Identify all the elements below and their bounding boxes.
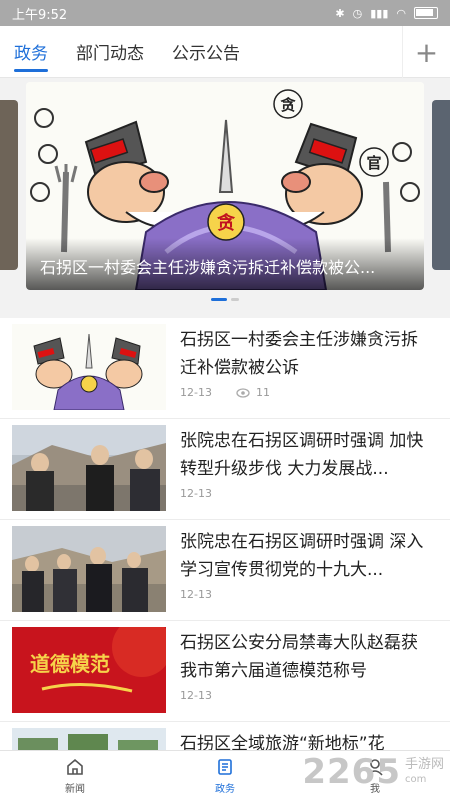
thumbnail-title-text: 道德模范 — [30, 652, 110, 676]
news-item[interactable]: 石拐区一村委会主任涉嫌贪污拆迁补偿款被公诉 12-13 11 — [0, 318, 450, 419]
category-tab-bar: 政务 部门动态 公示公告 + — [0, 26, 450, 78]
view-count: 11 — [236, 386, 270, 399]
watermark-domain: com — [404, 774, 427, 785]
eye-icon — [236, 387, 250, 398]
tab-zhengwu[interactable]: 政务 — [0, 26, 62, 78]
carousel-dot — [231, 298, 239, 301]
news-meta: 12-13 — [180, 487, 212, 500]
news-thumbnail — [12, 324, 166, 410]
carousel-prev-slide[interactable] — [0, 100, 18, 270]
wifi-icon: ◠ — [396, 6, 406, 20]
nav-zhengwu[interactable]: 政务 — [150, 751, 300, 800]
status-time: 上午9:52 — [12, 7, 68, 23]
news-meta: 12-13 11 — [180, 386, 270, 399]
news-date: 12-13 — [180, 386, 212, 399]
news-item[interactable]: 石拐区全域旅游“新地标”花 — [0, 722, 450, 750]
news-item[interactable]: 张院忠在石拐区调研时强调 深入学习宣传贯彻党的十九大... 12-13 — [0, 520, 450, 621]
battery-icon — [414, 7, 438, 19]
status-icons: ✱ ◷ ▮▮▮ ◠ — [335, 7, 438, 20]
news-item[interactable]: 道德模范 石拐区公安分局禁毒大队赵磊获我市第六届道德模范称号 12-13 — [0, 621, 450, 722]
tab-department-news[interactable]: 部门动态 — [62, 26, 158, 78]
site-watermark: 2265 手游网 com — [302, 752, 444, 792]
banner-carousel[interactable]: 贪 官 贪 石拐区一村委会主任涉嫌贪污拆迁补偿款被公... — [0, 78, 450, 310]
news-list: 石拐区一村委会主任涉嫌贪污拆迁补偿款被公诉 12-13 11 张院忠在石拐区调研… — [0, 318, 450, 750]
view-count-value: 11 — [255, 386, 270, 399]
news-item[interactable]: 张院忠在石拐区调研时强调 加快转型升级步伐 大力发展战... 12-13 — [0, 419, 450, 520]
tab-public-notices[interactable]: 公示公告 — [158, 26, 254, 78]
news-thumbnail — [12, 526, 166, 612]
news-title: 石拐区一村委会主任涉嫌贪污拆迁补偿款被公诉 — [180, 330, 418, 378]
news-thumbnail — [12, 728, 166, 750]
news-date: 12-13 — [180, 588, 212, 601]
carousel-caption: 石拐区一村委会主任涉嫌贪污拆迁补偿款被公... — [26, 238, 424, 290]
news-thumbnail: 道德模范 — [12, 627, 166, 713]
cartoon-label-tan: 贪 — [280, 96, 296, 114]
news-thumbnail — [12, 425, 166, 511]
news-date: 12-13 — [180, 487, 212, 500]
news-title: 张院忠在石拐区调研时强调 加快转型升级步伐 大力发展战... — [180, 431, 424, 479]
nav-zhengwu-label: 政务 — [215, 783, 235, 795]
cartoon-label-guan: 官 — [366, 154, 381, 172]
news-date: 12-13 — [180, 689, 212, 702]
watermark-text: 手游网 — [404, 757, 444, 772]
bluetooth-icon: ✱ — [335, 6, 345, 20]
add-tab-icon[interactable]: + — [402, 26, 450, 78]
carousel-slide[interactable]: 贪 官 贪 石拐区一村委会主任涉嫌贪污拆迁补偿款被公... — [26, 82, 424, 290]
news-title: 张院忠在石拐区调研时强调 深入学习宣传贯彻党的十九大... — [180, 532, 424, 580]
carousel-dot-active — [211, 298, 227, 301]
cartoon-label-pile: 贪 — [217, 212, 236, 234]
news-meta: 12-13 — [180, 689, 212, 702]
alarm-icon: ◷ — [352, 6, 363, 20]
nav-news[interactable]: 新闻 — [0, 751, 150, 800]
news-meta: 12-13 — [180, 588, 212, 601]
status-bar: 上午9:52 ✱ ◷ ▮▮▮ ◠ — [0, 0, 450, 26]
watermark-number: 2265 — [302, 752, 401, 792]
carousel-indicator — [0, 298, 450, 301]
signal-icon: ▮▮▮ — [370, 6, 389, 20]
nav-news-label: 新闻 — [65, 783, 85, 795]
carousel-next-slide[interactable] — [432, 100, 450, 270]
news-title: 石拐区公安分局禁毒大队赵磊获我市第六届道德模范称号 — [180, 633, 418, 681]
news-title: 石拐区全域旅游“新地标”花 — [180, 734, 385, 750]
document-icon — [218, 758, 232, 775]
home-icon — [67, 758, 83, 775]
